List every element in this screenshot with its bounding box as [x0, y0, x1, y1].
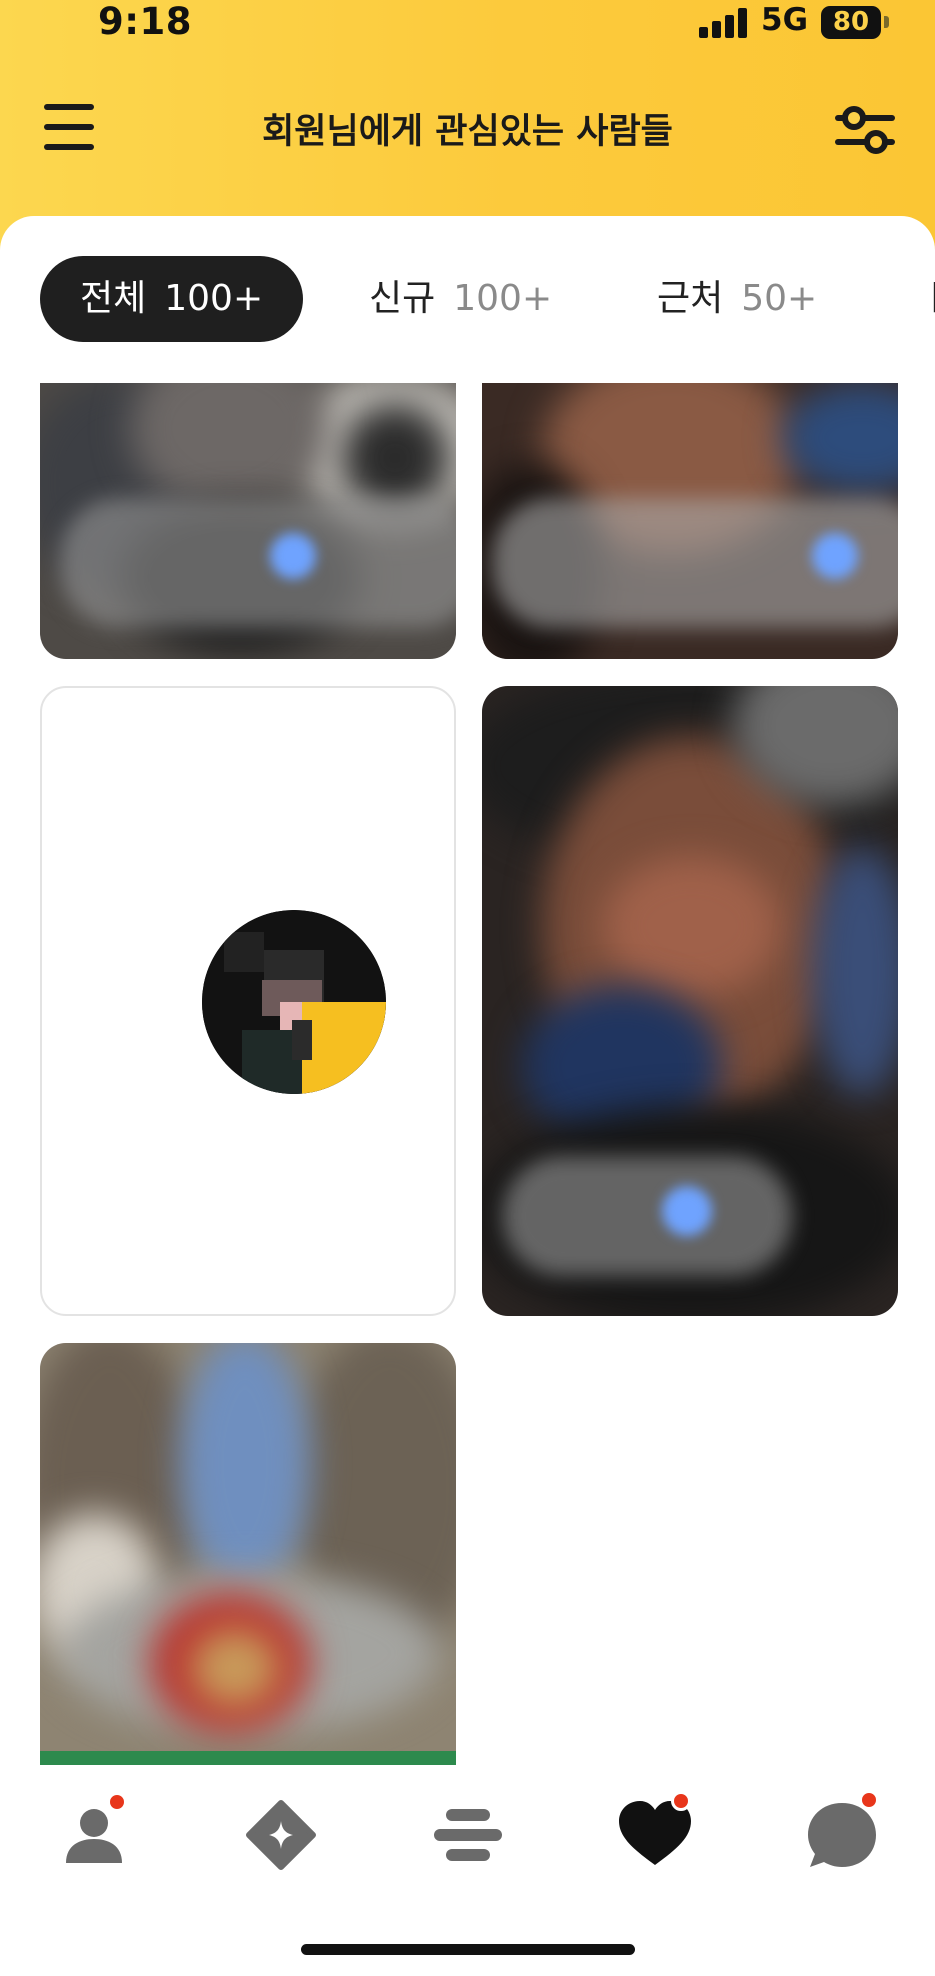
sky-area — [180, 1343, 310, 1593]
tab-label: 전체 — [80, 278, 147, 319]
feed-lines-icon — [434, 1809, 502, 1861]
profile-card[interactable] — [40, 686, 456, 1316]
verified-badge-icon — [662, 1186, 712, 1236]
tab-count: 100+ — [164, 278, 264, 319]
tab-new[interactable]: 신규 100+ — [369, 256, 552, 342]
filter-tabs: 전체 100+ 신규 100+ 근처 50+ | — [40, 256, 935, 342]
photo-area — [190, 1628, 280, 1708]
bottom-navigation — [0, 1765, 935, 1895]
status-time: 9:18 — [98, 0, 193, 43]
photo-area — [782, 383, 898, 493]
photo-area — [602, 856, 782, 996]
battery-tip — [884, 16, 889, 28]
notification-dot — [859, 1790, 879, 1810]
tab-label: 신규 — [369, 278, 436, 319]
nav-chat[interactable] — [802, 1790, 882, 1875]
nav-diamond[interactable] — [241, 1795, 321, 1875]
hamburger-menu-icon[interactable] — [44, 102, 94, 152]
status-bar: 9:18 5G 80 — [0, 0, 935, 50]
nav-likes[interactable] — [615, 1791, 695, 1875]
blurred-name-overlay — [60, 498, 456, 628]
profile-card[interactable] — [482, 686, 898, 1316]
signal-icon — [699, 8, 749, 38]
notification-dot — [107, 1792, 127, 1812]
home-indicator — [301, 1944, 635, 1955]
filter-sliders-icon[interactable] — [834, 98, 896, 160]
tab-label: 근처 — [657, 278, 724, 319]
nav-feed[interactable] — [428, 1795, 508, 1875]
avatar — [202, 910, 386, 1094]
verified-badge-icon — [270, 533, 316, 579]
verified-badge-icon — [812, 533, 858, 579]
notification-dot — [671, 1791, 691, 1811]
nav-profile[interactable] — [54, 1792, 134, 1875]
diamond-sparkle-icon — [246, 1800, 316, 1870]
tab-count: 50+ — [741, 278, 818, 319]
battery-icon: 80 — [821, 6, 881, 39]
tab-count: 100+ — [453, 278, 553, 319]
battery-level: 80 — [832, 7, 870, 37]
page-title: 회원님에게 관심있는 사람들 — [262, 112, 673, 152]
network-label: 5G — [761, 2, 809, 38]
photo-area — [340, 403, 450, 513]
tab-nearby[interactable]: 근처 50+ — [657, 256, 817, 342]
app-screen: 9:18 5G 80 회원님에게 관심있는 사람들 전체 100+ 신규 100… — [0, 0, 935, 1976]
photo-area — [40, 1751, 456, 1765]
tab-overflow-hint: | — [930, 278, 935, 314]
profile-card[interactable] — [40, 383, 456, 659]
blurred-name-overlay — [502, 1156, 792, 1276]
tab-all[interactable]: 전체 100+ — [40, 256, 304, 342]
profile-card[interactable] — [40, 1343, 456, 1765]
profile-card[interactable] — [482, 383, 898, 659]
